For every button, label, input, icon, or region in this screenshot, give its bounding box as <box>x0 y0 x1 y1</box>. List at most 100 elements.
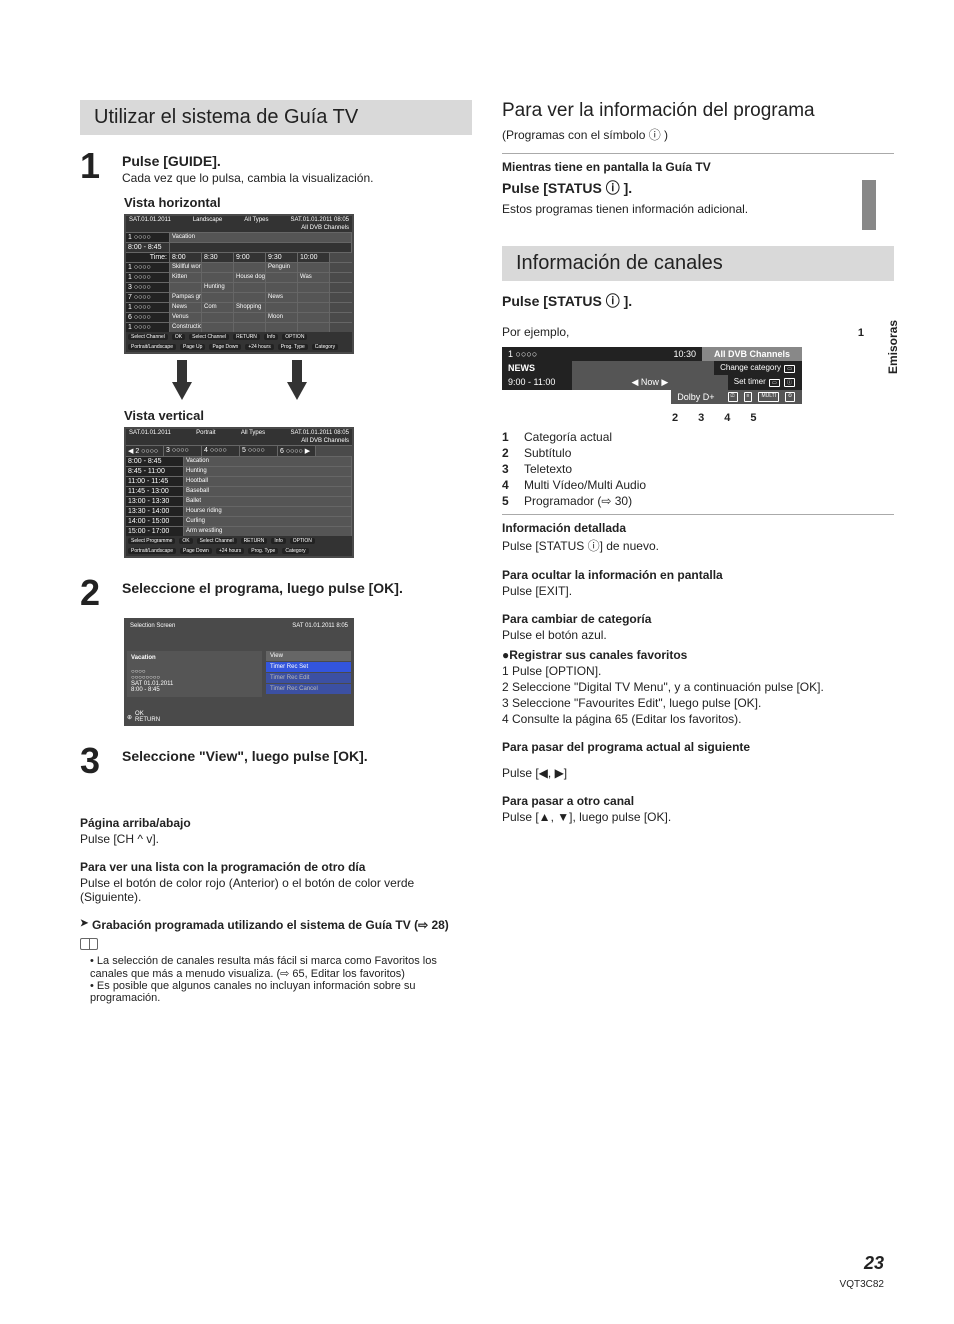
note-1: La selección de canales resulta más fáci… <box>90 955 472 980</box>
tvv-footer-item: OK <box>179 538 192 544</box>
cb-set-timer: Set timer ▭ ⓘ <box>728 375 802 390</box>
side-tab-label: Emisoras <box>886 320 900 374</box>
tvh-cell <box>234 283 266 292</box>
cb-time: 10:30 <box>667 347 702 361</box>
tvv-datetime: SAT.01.01.2011 08:05 <box>290 430 349 436</box>
timer-icon: ⏲ <box>785 392 795 402</box>
otro-h: Para pasar a otro canal <box>502 794 894 808</box>
leg-t3: Teletexto <box>524 462 572 476</box>
camb-p: Pulse el botón azul. <box>502 628 894 642</box>
tvh-cell: News <box>266 293 298 302</box>
divider <box>502 153 894 154</box>
tvh-cell: News <box>170 303 202 312</box>
tvv-time: 15:00 - 17:00 <box>126 527 184 536</box>
leg-t1: Categoría actual <box>524 430 612 444</box>
subtitle-icon: ⎚ <box>728 392 738 402</box>
sel-l4: 8:00 - 8:45 <box>131 687 258 693</box>
blue-button-icon: ▭ <box>784 365 795 373</box>
fav-2: 2 Seleccione "Digital TV Menu", y a cont… <box>502 680 894 694</box>
left-column: Utilizar el sistema de Guía TV 1 Pulse [… <box>80 100 472 1004</box>
step-1-heading: Pulse [GUIDE]. <box>122 153 472 169</box>
tvv-footer-item: Portrait/Landscape <box>128 548 176 554</box>
tvv-time: 11:00 - 11:45 <box>126 477 184 486</box>
step-2-number: 2 <box>80 572 116 614</box>
tvh-top-time: 8:00 - 8:45 <box>126 243 170 252</box>
tvv-prog: Arm wrestling <box>184 527 352 536</box>
tvh-cell <box>234 263 266 272</box>
step-3-heading: Seleccione "View", luego pulse [OK]. <box>122 748 472 764</box>
sel-timer-set: Timer Rec Set <box>266 662 351 672</box>
tvv-date: SAT.01.01.2011 <box>129 430 171 436</box>
tvh-cell <box>234 323 266 332</box>
pulse-status-1: Pulse [STATUS ⓘ ]. <box>502 178 894 198</box>
cb-dolby: Dolby D+ <box>671 390 720 404</box>
sel-date: SAT 01.01.2011 8:05 <box>292 623 348 629</box>
cb-now: ◀ Now ▶ <box>572 375 728 390</box>
cb-change-cat: Change category ▭ <box>714 361 802 375</box>
tvh-footer-item: Select Channel <box>189 334 229 340</box>
tvv-prog: Vacation <box>184 457 352 466</box>
tvv-footer-item: OPTION <box>290 538 315 544</box>
step-3-number: 3 <box>80 740 116 782</box>
leg-n4: 4 <box>502 478 516 492</box>
teletext-icon: ≡ <box>744 392 753 402</box>
tvv-chlabel: All DVB Channels <box>301 438 349 444</box>
tvh-row-ch: 3 ○○○○ <box>126 283 170 292</box>
channel-info-box: 1 ○○○○ 10:30 All DVB Channels NEWS Chang… <box>502 347 802 404</box>
tvh-footer-item: +24 hours <box>245 344 273 350</box>
tvv-footer-item: RETURN <box>241 538 268 544</box>
callout-5: 5 <box>750 412 756 424</box>
leg-n5: 5 <box>502 494 516 508</box>
tvv-prog: Ballet <box>184 497 352 506</box>
tvh-cell <box>202 323 234 332</box>
step-1-body: Cada vez que lo pulsa, cambia la visuali… <box>122 171 472 185</box>
callout-1: 1 <box>858 327 864 339</box>
pagina-h: Página arriba/abajo <box>80 816 472 830</box>
tvh-cell: Shopping <box>234 303 266 312</box>
otro-dia-h: Para ver una lista con la programación d… <box>80 860 472 874</box>
tvh-row-ch: 1 ○○○○ <box>126 323 170 332</box>
tvv-time: 11:45 - 13:00 <box>126 487 184 496</box>
tvh-cell <box>202 273 234 282</box>
doc-code: VQT3C82 <box>840 1279 884 1290</box>
tvh-footer-item: RETURN <box>233 334 260 340</box>
tvh-cell <box>234 293 266 302</box>
tvh-footer-item: Info <box>264 334 278 340</box>
tvh-cell: Pampas grass <box>170 293 202 302</box>
leg-n2: 2 <box>502 446 516 460</box>
fav-4: 4 Consulte la página 65 (Editar los favo… <box>502 712 894 726</box>
tvh-cell <box>298 283 330 292</box>
otro-p: Pulse [▲, ▼], luego pulse [OK]. <box>502 810 894 824</box>
tvv-types: All Types <box>241 430 265 436</box>
legend-list: 1Categoría actual 2Subtítulo 3Teletexto … <box>502 430 894 508</box>
tvh-row-ch: 7 ○○○○ <box>126 293 170 302</box>
tvh-cell <box>298 313 330 322</box>
nav-icon: ⊕ <box>127 714 132 721</box>
divider <box>502 514 894 515</box>
tvh-cell <box>170 283 202 292</box>
note-2: Es posible que algunos canales no incluy… <box>90 980 472 1004</box>
fav-h: ●Registrar sus canales favoritos <box>502 648 894 662</box>
tvh-cell <box>266 323 298 332</box>
otro-dia-p: Pulse el botón de color rojo (Anterior) … <box>80 876 472 904</box>
sel-view: View <box>266 651 351 661</box>
tvv-view: Portrait <box>196 430 215 436</box>
info-icon: ⓘ <box>784 378 795 387</box>
step-2: 2 Seleccione el programa, luego pulse [O… <box>80 572 472 614</box>
cb-category: All DVB Channels <box>702 347 802 361</box>
notes-list: La selección de canales resulta más fáci… <box>80 955 472 1004</box>
right-column: Para ver la información del programa (Pr… <box>502 100 894 1004</box>
tvh-row-ch: 1 ○○○○ <box>126 263 170 272</box>
tvh-chlabel2: All DVB Channels <box>301 225 349 231</box>
tvh-row-ch: 6 ○○○○ <box>126 313 170 322</box>
leg-t4: Multi Vídeo/Multi Audio <box>524 478 646 492</box>
tvv-footer-item: Info <box>271 538 285 544</box>
tvh-cell <box>298 263 330 272</box>
tvh-cell <box>266 283 298 292</box>
leg-t2: Subtítulo <box>524 446 571 460</box>
tvh-cell <box>266 303 298 312</box>
tvv-ch2: 4 ○○○○ <box>202 446 240 456</box>
tvv-prog: Curling <box>184 517 352 526</box>
tvh-t3: 9:30 <box>266 253 298 262</box>
while-guide: Mientras tiene en pantalla la Guía TV <box>502 160 894 174</box>
